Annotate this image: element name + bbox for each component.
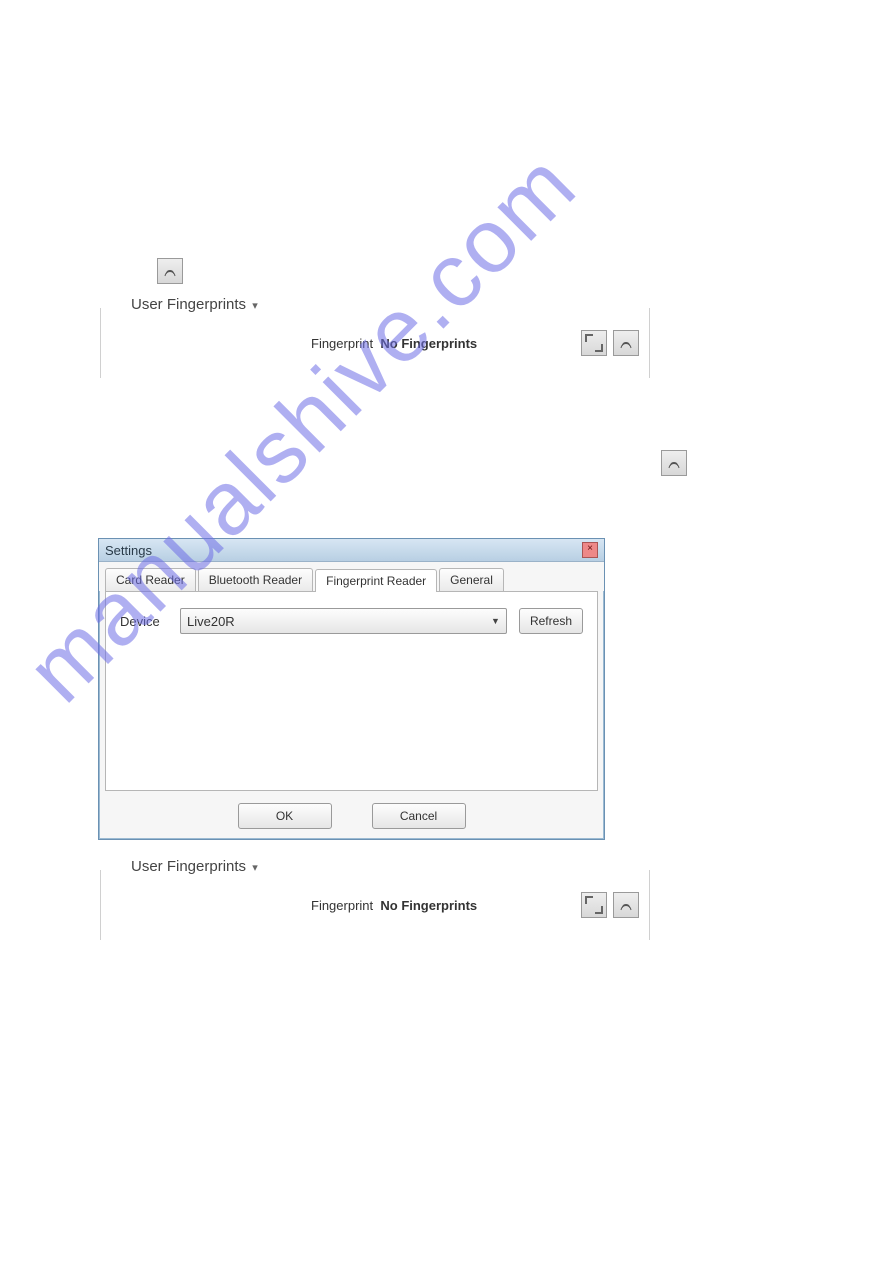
device-selected-value: Live20R bbox=[187, 614, 235, 629]
tab-content: Device Live20R ▼ Refresh bbox=[105, 591, 598, 791]
tab-fingerprint-reader[interactable]: Fingerprint Reader bbox=[315, 569, 437, 592]
dialog-title: Settings bbox=[105, 543, 152, 558]
dialog-titlebar: Settings × bbox=[99, 539, 604, 562]
fingerprint-status-line: Fingerprint No Fingerprints bbox=[311, 336, 477, 351]
chevron-down-icon: ▼ bbox=[491, 616, 500, 626]
tab-bluetooth-reader[interactable]: Bluetooth Reader bbox=[198, 568, 313, 591]
tab-general[interactable]: General bbox=[439, 568, 504, 591]
fingerprint-status-line: Fingerprint No Fingerprints bbox=[311, 898, 477, 913]
fingerprint-label: Fingerprint bbox=[311, 336, 373, 351]
device-label: Device bbox=[120, 614, 168, 629]
ok-button[interactable]: OK bbox=[238, 803, 332, 829]
chevron-down-icon: ▾ bbox=[252, 300, 258, 312]
refresh-button[interactable]: Refresh bbox=[519, 608, 583, 634]
fingerprint-value: No Fingerprints bbox=[380, 336, 477, 351]
scan-from-reader-icon[interactable] bbox=[613, 330, 639, 356]
user-fingerprints-header[interactable]: User Fingerprints ▾ bbox=[125, 858, 264, 875]
fingerprint-icon[interactable] bbox=[157, 258, 183, 284]
settings-dialog: Settings × Card Reader Bluetooth Reader … bbox=[98, 538, 605, 840]
user-fingerprints-panel: User Fingerprints ▾ Fingerprint No Finge… bbox=[100, 870, 650, 940]
fingerprint-value: No Fingerprints bbox=[380, 898, 477, 913]
tab-bar: Card Reader Bluetooth Reader Fingerprint… bbox=[99, 562, 604, 591]
user-fingerprints-panel: User Fingerprints ▾ Fingerprint No Finge… bbox=[100, 308, 650, 378]
user-fingerprints-title: User Fingerprints bbox=[131, 858, 246, 875]
user-fingerprints-header[interactable]: User Fingerprints ▾ bbox=[125, 296, 264, 313]
close-icon[interactable]: × bbox=[582, 542, 598, 558]
fingerprint-icon[interactable] bbox=[661, 450, 687, 476]
fingerprint-label: Fingerprint bbox=[311, 898, 373, 913]
tab-card-reader[interactable]: Card Reader bbox=[105, 568, 196, 591]
chevron-down-icon: ▾ bbox=[252, 862, 258, 874]
scan-from-reader-icon[interactable] bbox=[613, 892, 639, 918]
scan-from-device-icon[interactable] bbox=[581, 892, 607, 918]
scan-from-device-icon[interactable] bbox=[581, 330, 607, 356]
cancel-button[interactable]: Cancel bbox=[372, 803, 466, 829]
user-fingerprints-title: User Fingerprints bbox=[131, 296, 246, 313]
device-select[interactable]: Live20R ▼ bbox=[180, 608, 507, 634]
